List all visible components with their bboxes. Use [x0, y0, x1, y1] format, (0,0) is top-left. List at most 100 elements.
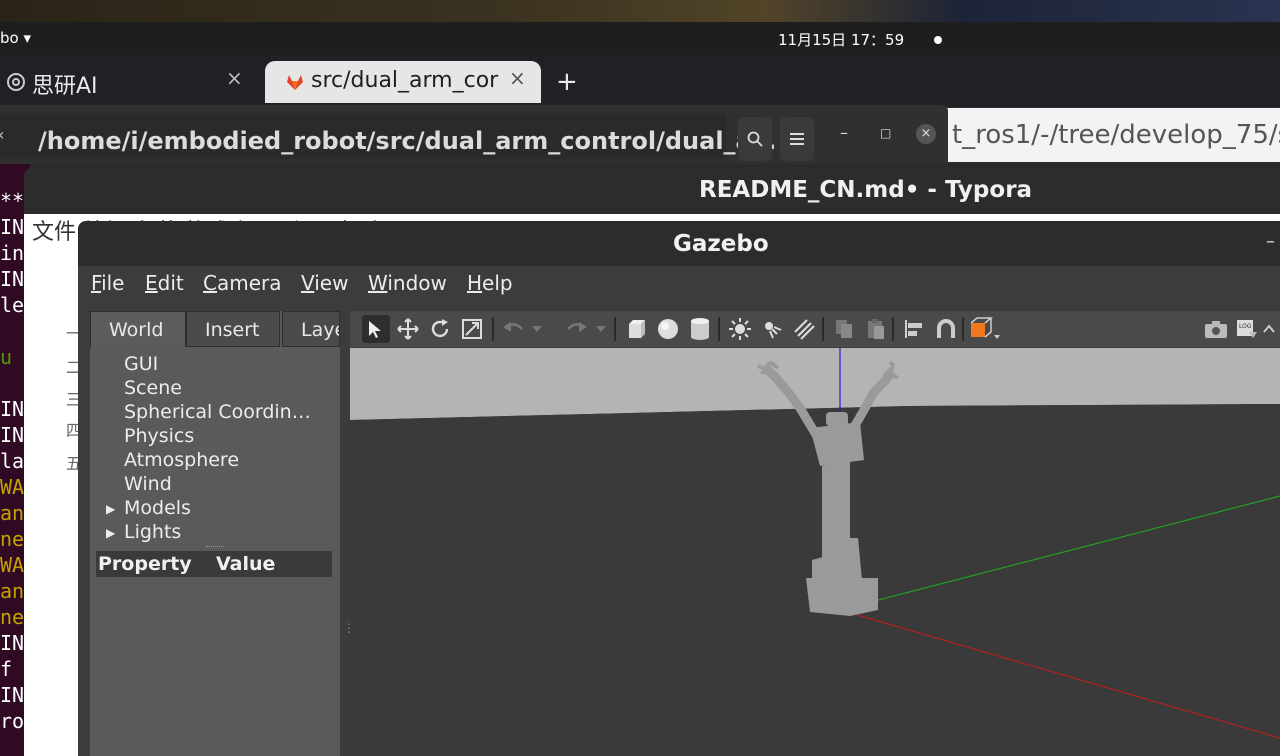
redo-button[interactable] [562, 315, 590, 343]
select-mode-button[interactable] [362, 315, 390, 343]
tree-item-gui[interactable]: GUI [124, 353, 158, 375]
terminal-line: an [0, 579, 25, 603]
scale-mode-button[interactable] [458, 315, 486, 343]
undo-button[interactable] [500, 315, 528, 343]
rotate-icon [431, 319, 449, 338]
terminal-line: in [0, 241, 25, 265]
tree-item-wind[interactable]: Wind [124, 473, 172, 495]
property-header: Property [98, 553, 192, 575]
3d-scene-view[interactable] [350, 348, 1280, 756]
path-back-icon[interactable]: ‹ [0, 125, 4, 144]
typora-title-bar[interactable]: README_CN.md• - Typora [24, 168, 1280, 214]
toolbar-separator [614, 317, 616, 341]
directional-light-icon [794, 319, 815, 340]
menu-window[interactable]: Window [368, 271, 447, 295]
point-light-icon [729, 318, 751, 340]
search-button[interactable] [738, 117, 772, 161]
tree-item-lights[interactable]: Lights [124, 521, 181, 543]
tab-insert[interactable]: Insert [186, 311, 280, 347]
toolbar-separator [492, 317, 494, 341]
screenshot-icon [1205, 321, 1227, 338]
tree-item-spherical-coordin[interactable]: Spherical Coordin… [124, 401, 311, 423]
menu-rest: indow [387, 271, 447, 295]
tab-layers[interactable]: Layers [282, 311, 340, 347]
spot-light-button[interactable] [758, 315, 786, 343]
browser-tab-gitlab[interactable]: src/dual_arm_cor × [265, 61, 541, 103]
undo-history-button[interactable] [530, 315, 544, 343]
minimize-button[interactable]: – [1266, 231, 1275, 252]
translate-mode-button[interactable] [394, 315, 422, 343]
copy-button[interactable] [830, 315, 858, 343]
rotate-mode-button[interactable] [426, 315, 454, 343]
menu-help[interactable]: Help [467, 271, 513, 295]
terminal-line: ne [0, 527, 25, 551]
app-menu[interactable]: bo ▾ [0, 29, 31, 47]
menu-view[interactable]: View [301, 271, 348, 295]
screenshot-button[interactable] [1202, 315, 1230, 343]
copy-icon [836, 320, 852, 338]
terminal-line: IN [0, 683, 25, 707]
tree-item-physics[interactable]: Physics [124, 425, 194, 447]
scene-render[interactable] [350, 348, 1280, 756]
snap-button[interactable] [932, 315, 960, 343]
menu-mnemonic: F [91, 271, 102, 295]
menu-mnemonic: C [203, 271, 217, 295]
maximize-button[interactable]: □ [880, 126, 891, 140]
gazebo-title-bar[interactable]: Gazebo – [78, 221, 1280, 266]
robot-head [826, 412, 848, 426]
browser-tab-siyan-ai[interactable]: 思研AI × [0, 61, 258, 103]
new-tab-button[interactable]: + [556, 67, 578, 97]
more-button[interactable] [1260, 315, 1278, 343]
path-bar[interactable]: ‹ /home/i/embodied_robot/src/dual_arm_co… [0, 113, 776, 159]
view-angle-icon [970, 317, 1000, 339]
terminal-line: la [0, 449, 25, 473]
menu-camera[interactable]: Camera [203, 271, 282, 295]
tree-item-scene[interactable]: Scene [124, 377, 182, 399]
tab-world[interactable]: World [90, 311, 186, 347]
clock[interactable]: 11月15日 17：59 [778, 29, 904, 50]
tab-close-button[interactable]: × [509, 66, 526, 90]
log-icon: LOG [1237, 320, 1257, 338]
log-button[interactable]: LOG [1232, 315, 1260, 343]
expand-arrow-icon[interactable]: ▶ [106, 502, 115, 516]
sphere-shape-button[interactable] [654, 315, 682, 343]
translate-icon [397, 318, 419, 340]
splitter-grip[interactable] [206, 546, 224, 549]
point-light-button[interactable] [726, 315, 754, 343]
world-panel: World Insert Layers GUISceneSpherical Co… [90, 311, 340, 756]
menu-button[interactable] [780, 117, 814, 161]
paste-button[interactable] [862, 315, 890, 343]
minimize-button[interactable]: – [840, 123, 848, 142]
terminal-line: an [0, 501, 25, 525]
browser-address-bar[interactable]: t_ros1/-/tree/develop_75/sr [940, 108, 1280, 162]
align-button[interactable] [900, 315, 928, 343]
redo-history-button[interactable] [594, 315, 608, 343]
expand-arrow-icon[interactable]: ▶ [106, 526, 115, 540]
box-shape-button[interactable] [622, 315, 650, 343]
toolbar-separator [962, 317, 964, 341]
close-button[interactable]: × [916, 124, 936, 144]
tree-item-atmosphere[interactable]: Atmosphere [124, 449, 239, 471]
terminal-line: IN [0, 267, 25, 291]
menu-rest: ile [101, 271, 125, 295]
menu-mnemonic: W [368, 271, 388, 295]
menu-rest: elp [482, 271, 513, 295]
terminal-line: ro [0, 709, 25, 733]
tree-item-models[interactable]: Models [124, 497, 191, 519]
terminal-line: IN [0, 397, 25, 421]
menu-edit[interactable]: Edit [145, 271, 184, 295]
directional-light-button[interactable] [790, 315, 818, 343]
tab-title: 思研AI [32, 74, 98, 99]
menu-mnemonic: H [467, 271, 483, 295]
box-icon [629, 320, 645, 338]
menu-file[interactable]: File [91, 271, 124, 295]
terminal-line: IN [0, 631, 25, 655]
view-angle-button[interactable] [968, 315, 1004, 343]
gazebo-menu-bar: File Edit Camera View Window Help [78, 266, 1280, 306]
tab-close-button[interactable]: × [226, 66, 243, 90]
snap-icon [937, 319, 955, 338]
property-table-header: Property Value [96, 551, 332, 577]
notification-dot-icon [934, 36, 942, 44]
cylinder-shape-button[interactable] [686, 315, 714, 343]
paste-icon [868, 319, 884, 339]
